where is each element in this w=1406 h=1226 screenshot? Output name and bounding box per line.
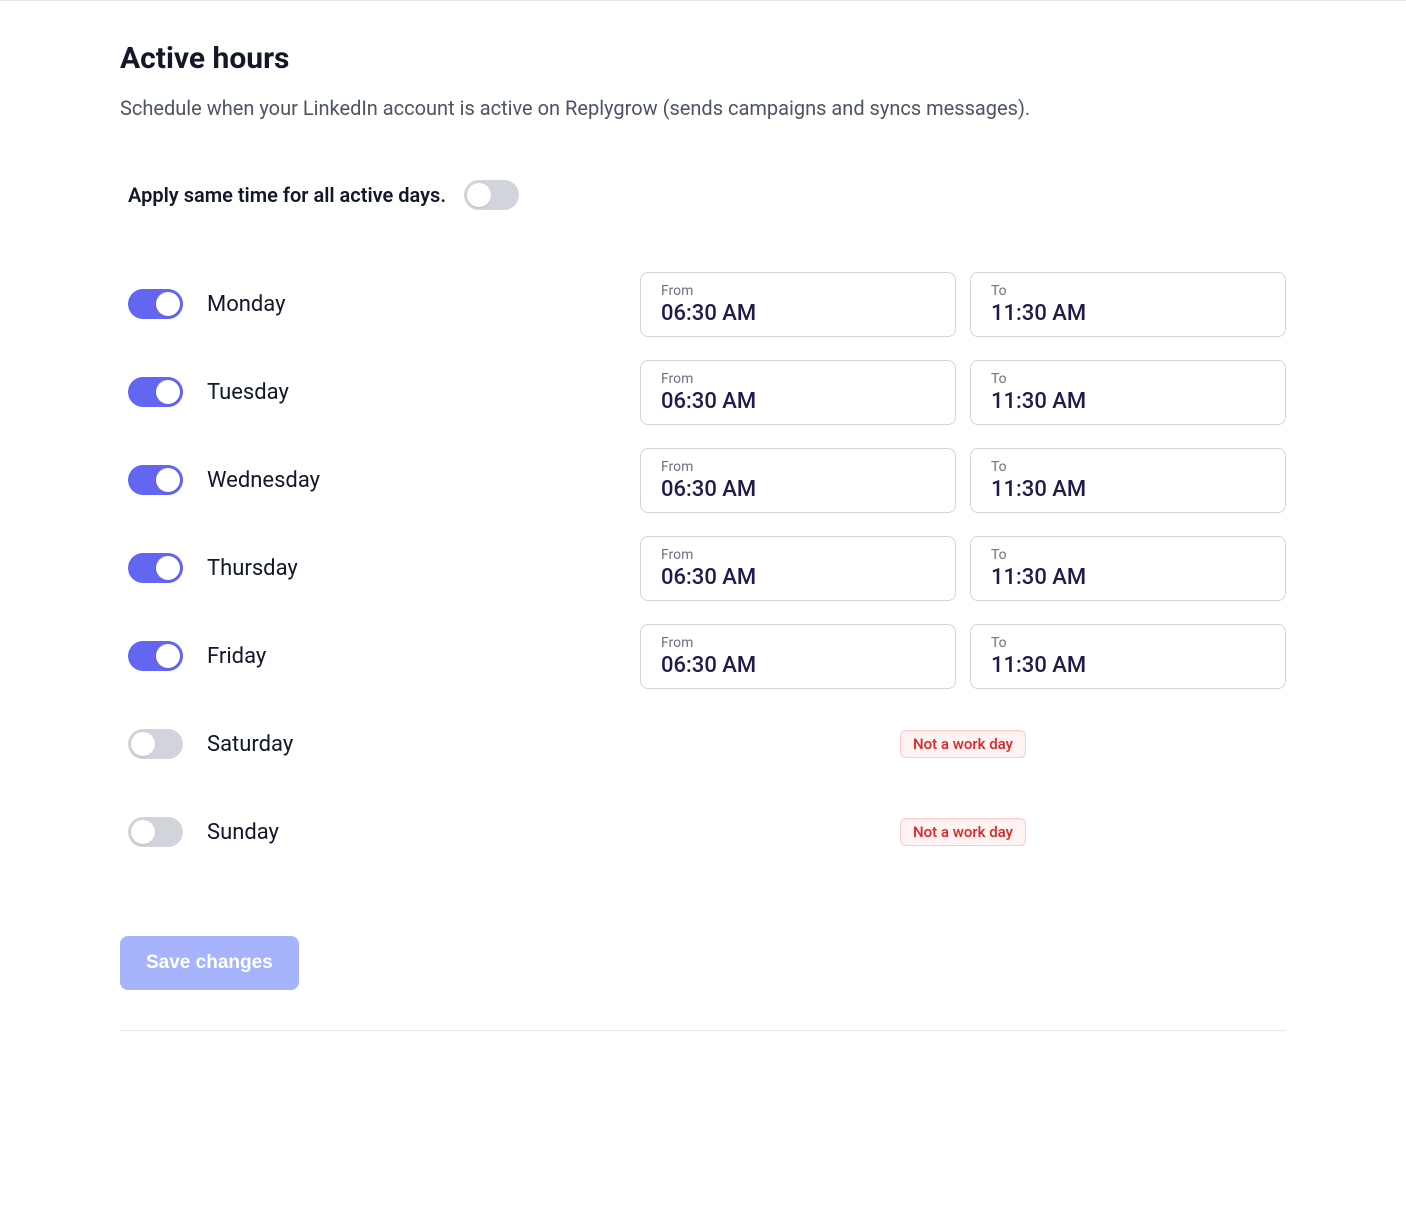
- section-title: Active hours: [120, 41, 1286, 76]
- day-name: Monday: [207, 292, 286, 317]
- to-time-input[interactable]: To 11:30 AM: [970, 448, 1286, 513]
- day-name: Saturday: [207, 732, 293, 757]
- day-right: From 06:30 AM To 11:30 AM: [640, 360, 1286, 425]
- to-value: 11:30 AM: [991, 389, 1265, 414]
- toggle-knob: [156, 380, 180, 404]
- from-value: 06:30 AM: [661, 477, 935, 502]
- from-label: From: [661, 635, 935, 651]
- day-left: Sunday: [120, 817, 640, 847]
- day-left: Thursday: [120, 553, 640, 583]
- day-toggle[interactable]: [128, 553, 183, 583]
- from-time-input[interactable]: From 06:30 AM: [640, 272, 956, 337]
- not-work-day-badge: Not a work day: [900, 818, 1026, 846]
- days-list: Monday From 06:30 AM To 11:30 AM Tuesday From 0…: [120, 260, 1286, 876]
- from-time-input[interactable]: From 06:30 AM: [640, 448, 956, 513]
- to-value: 11:30 AM: [991, 653, 1265, 678]
- day-name: Tuesday: [207, 380, 289, 405]
- from-label: From: [661, 547, 935, 563]
- day-toggle[interactable]: [128, 289, 183, 319]
- from-label: From: [661, 459, 935, 475]
- toggle-knob: [156, 556, 180, 580]
- toggle-knob: [156, 292, 180, 316]
- from-time-input[interactable]: From 06:30 AM: [640, 536, 956, 601]
- toggle-knob: [156, 644, 180, 668]
- day-left: Tuesday: [120, 377, 640, 407]
- day-left: Friday: [120, 641, 640, 671]
- day-right: Not a work day: [640, 818, 1286, 846]
- from-value: 06:30 AM: [661, 565, 935, 590]
- to-value: 11:30 AM: [991, 565, 1265, 590]
- to-label: To: [991, 283, 1265, 299]
- to-label: To: [991, 635, 1265, 651]
- to-label: To: [991, 371, 1265, 387]
- day-right: Not a work day: [640, 730, 1286, 758]
- day-row: Monday From 06:30 AM To 11:30 AM: [120, 260, 1286, 348]
- save-button[interactable]: Save changes: [120, 936, 299, 990]
- day-row: Friday From 06:30 AM To 11:30 AM: [120, 612, 1286, 700]
- apply-same-row: Apply same time for all active days.: [120, 180, 1286, 210]
- toggle-knob: [131, 732, 155, 756]
- day-toggle[interactable]: [128, 641, 183, 671]
- to-label: To: [991, 547, 1265, 563]
- day-name: Thursday: [207, 556, 298, 581]
- not-work-day-badge: Not a work day: [900, 730, 1026, 758]
- to-time-input[interactable]: To 11:30 AM: [970, 272, 1286, 337]
- from-time-input[interactable]: From 06:30 AM: [640, 624, 956, 689]
- day-toggle[interactable]: [128, 377, 183, 407]
- to-time-input[interactable]: To 11:30 AM: [970, 360, 1286, 425]
- day-row: Sunday Not a work day: [120, 788, 1286, 876]
- to-value: 11:30 AM: [991, 301, 1265, 326]
- from-value: 06:30 AM: [661, 301, 935, 326]
- day-right: From 06:30 AM To 11:30 AM: [640, 272, 1286, 337]
- from-time-input[interactable]: From 06:30 AM: [640, 360, 956, 425]
- from-value: 06:30 AM: [661, 389, 935, 414]
- toggle-knob: [156, 468, 180, 492]
- apply-same-toggle[interactable]: [464, 180, 519, 210]
- to-time-input[interactable]: To 11:30 AM: [970, 536, 1286, 601]
- day-left: Saturday: [120, 729, 640, 759]
- from-label: From: [661, 283, 935, 299]
- day-name: Friday: [207, 644, 266, 669]
- day-toggle[interactable]: [128, 465, 183, 495]
- toggle-knob: [131, 820, 155, 844]
- day-row: Tuesday From 06:30 AM To 11:30 AM: [120, 348, 1286, 436]
- day-row: Saturday Not a work day: [120, 700, 1286, 788]
- to-value: 11:30 AM: [991, 477, 1265, 502]
- day-name: Sunday: [207, 820, 279, 845]
- day-left: Wednesday: [120, 465, 640, 495]
- day-right: From 06:30 AM To 11:30 AM: [640, 448, 1286, 513]
- day-name: Wednesday: [207, 468, 320, 493]
- day-row: Wednesday From 06:30 AM To 11:30 AM: [120, 436, 1286, 524]
- from-label: From: [661, 371, 935, 387]
- day-toggle[interactable]: [128, 817, 183, 847]
- day-left: Monday: [120, 289, 640, 319]
- from-value: 06:30 AM: [661, 653, 935, 678]
- to-label: To: [991, 459, 1265, 475]
- day-right: From 06:30 AM To 11:30 AM: [640, 536, 1286, 601]
- day-row: Thursday From 06:30 AM To 11:30 AM: [120, 524, 1286, 612]
- day-right: From 06:30 AM To 11:30 AM: [640, 624, 1286, 689]
- toggle-knob: [467, 183, 491, 207]
- to-time-input[interactable]: To 11:30 AM: [970, 624, 1286, 689]
- section-description: Schedule when your LinkedIn account is a…: [120, 96, 1286, 120]
- footer: Save changes: [120, 936, 1286, 1031]
- day-toggle[interactable]: [128, 729, 183, 759]
- apply-same-label: Apply same time for all active days.: [128, 183, 446, 207]
